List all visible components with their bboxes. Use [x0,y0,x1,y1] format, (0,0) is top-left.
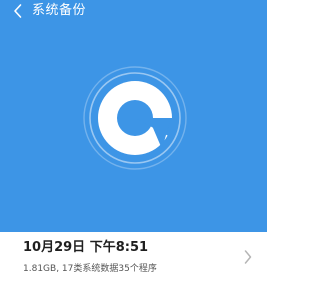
backup-date: 10月29日 下午8:51 [23,240,149,255]
back-button[interactable] [9,2,27,20]
backup-logo-icon [83,66,187,170]
title-bar: 系统备份 [0,0,267,24]
chevron-right-icon [244,250,252,264]
page-title: 系统备份 [32,3,87,18]
latest-backup-item[interactable]: 10月29日 下午8:51 1.81GB, 17类系统数据35个程序 [0,232,267,293]
backup-screen: 系统备份 10月29日 下午8:51 1.81GB, 17类系统数据35个程序 [0,0,267,293]
hero-panel: 系统备份 [0,0,267,232]
back-arrow-icon [14,4,22,18]
backup-logo [82,65,188,171]
backup-summary: 1.81GB, 17类系统数据35个程序 [23,264,157,274]
